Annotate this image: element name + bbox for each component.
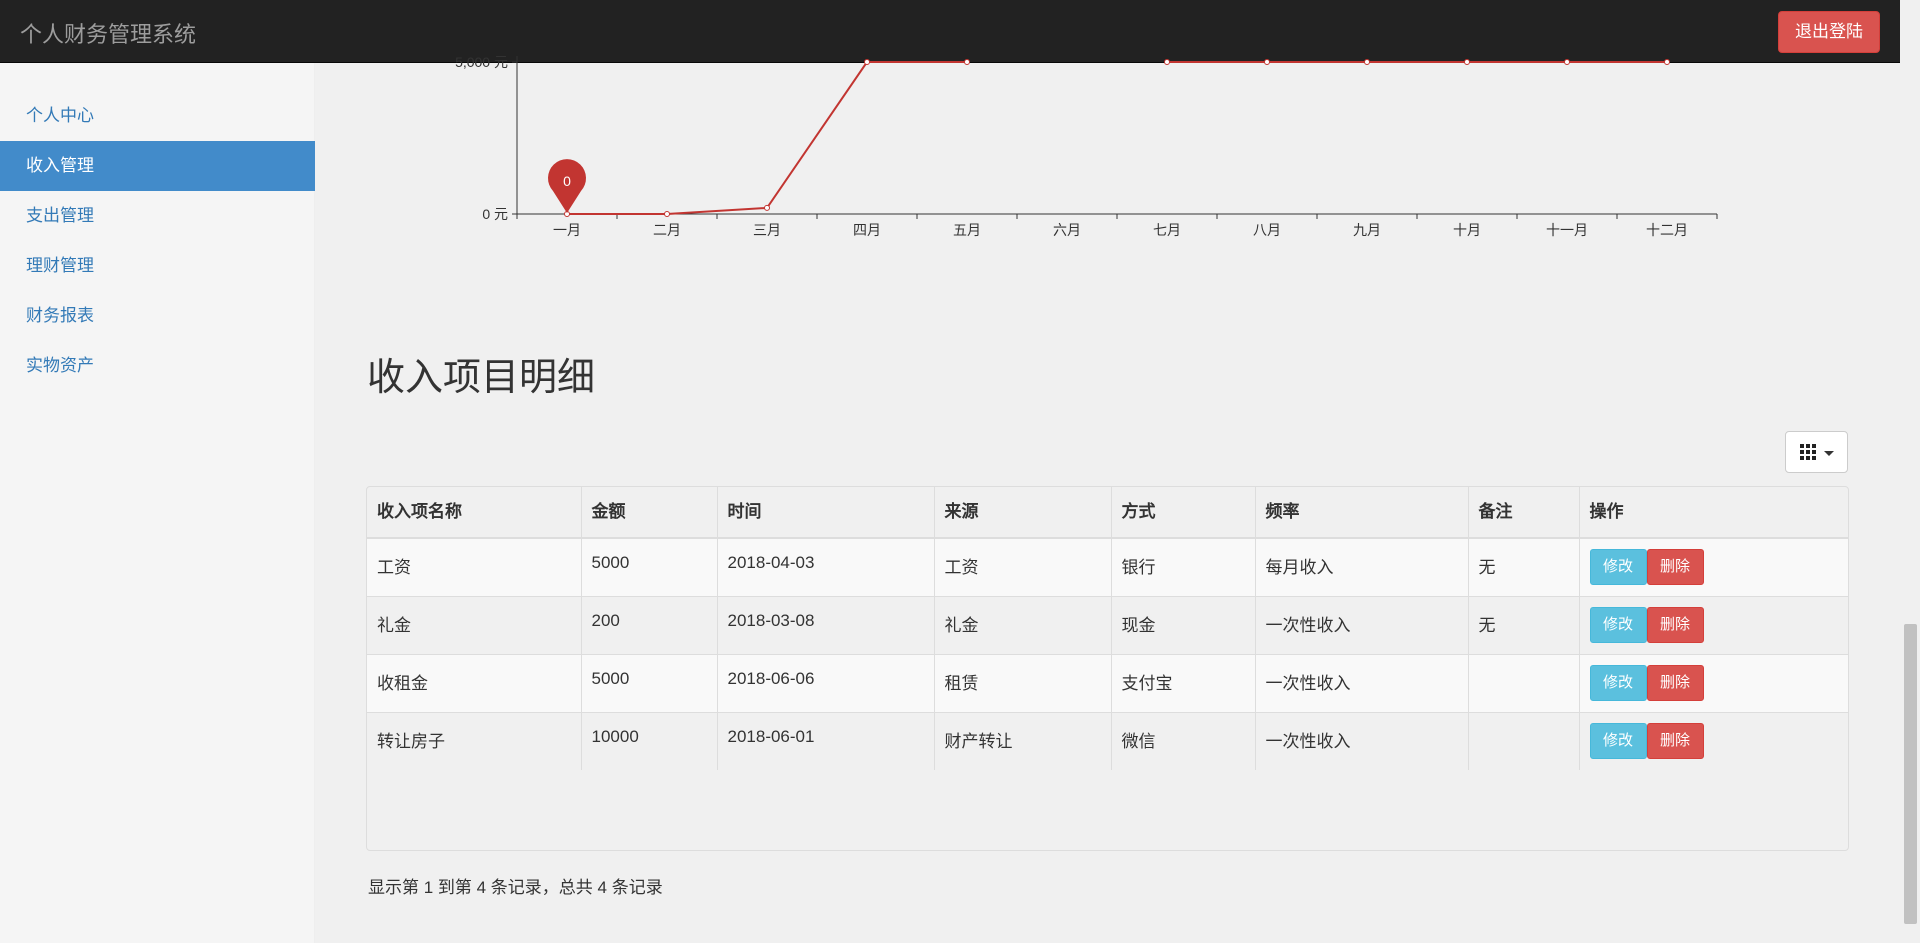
cell-date: 2018-03-08 xyxy=(717,595,935,654)
column-header-date[interactable]: 时间 xyxy=(717,487,935,539)
table-row: 收租金 5000 2018-06-06 租赁 支付宝 一次性收入 修改 删除 xyxy=(367,653,1848,712)
marker-label: 0 xyxy=(563,173,571,189)
top-navbar: 个人财务管理系统 退出登陆 xyxy=(0,0,1900,63)
sidebar-item-reports[interactable]: 财务报表 xyxy=(0,291,315,341)
x-tick-label: 五月 xyxy=(953,222,981,238)
y-tick-label: 0 元 xyxy=(482,206,508,222)
column-header-method[interactable]: 方式 xyxy=(1111,487,1256,539)
cell-amount: 10000 xyxy=(581,711,718,770)
column-header-frequency[interactable]: 频率 xyxy=(1255,487,1469,539)
x-tick-label: 十一月 xyxy=(1546,222,1588,238)
delete-button[interactable]: 删除 xyxy=(1646,664,1704,701)
x-tick-label: 七月 xyxy=(1153,222,1181,238)
cell-actions: 修改 删除 xyxy=(1579,537,1848,596)
cell-method: 微信 xyxy=(1111,711,1256,770)
delete-button[interactable]: 删除 xyxy=(1646,722,1704,759)
cell-name: 收租金 xyxy=(367,653,582,712)
cell-amount: 5000 xyxy=(581,537,718,596)
cell-name: 转让房子 xyxy=(367,711,582,770)
cell-method: 支付宝 xyxy=(1111,653,1256,712)
cell-frequency: 每月收入 xyxy=(1255,537,1469,596)
cell-actions: 修改 删除 xyxy=(1579,653,1848,712)
data-point xyxy=(964,59,970,65)
table-row: 工资 5000 2018-04-03 工资 银行 每月收入 无 修改 删除 xyxy=(367,537,1848,596)
x-tick-label: 二月 xyxy=(653,222,681,238)
column-header-source[interactable]: 来源 xyxy=(934,487,1112,539)
edit-button[interactable]: 修改 xyxy=(1589,606,1647,643)
grid-icon xyxy=(1800,444,1816,460)
cell-date: 2018-06-06 xyxy=(717,653,935,712)
pagination-info: 显示第 1 到第 4 条记录，总共 4 条记录 xyxy=(368,878,663,897)
column-header-name[interactable]: 收入项名称 xyxy=(367,487,582,539)
x-tick-label: 八月 xyxy=(1253,222,1281,238)
x-tick-label: 六月 xyxy=(1053,222,1081,238)
y-tick-label: 5,000 元 xyxy=(455,56,508,70)
cell-actions: 修改 删除 xyxy=(1579,595,1848,654)
cell-amount: 200 xyxy=(581,595,718,654)
x-tick-label: 十月 xyxy=(1453,222,1481,238)
page-scrollbar[interactable] xyxy=(1900,0,1920,943)
x-tick-label: 三月 xyxy=(753,222,781,238)
data-point xyxy=(1664,59,1670,65)
cell-frequency: 一次性收入 xyxy=(1255,711,1469,770)
cell-source: 工资 xyxy=(934,537,1112,596)
series-line xyxy=(567,61,1667,215)
column-header-note[interactable]: 备注 xyxy=(1468,487,1580,539)
cell-name: 礼金 xyxy=(367,595,582,654)
data-point xyxy=(664,211,670,217)
x-tick-label: 十二月 xyxy=(1646,222,1688,238)
sidebar-item-assets[interactable]: 实物资产 xyxy=(0,341,315,391)
column-header-amount[interactable]: 金额 xyxy=(581,487,718,539)
data-point xyxy=(864,59,870,65)
data-point xyxy=(1564,59,1570,65)
app-title: 个人财务管理系统 xyxy=(20,22,197,47)
cell-amount: 5000 xyxy=(581,653,718,712)
cell-source: 财产转让 xyxy=(934,711,1112,770)
data-point xyxy=(1264,59,1270,65)
edit-button[interactable]: 修改 xyxy=(1589,549,1647,585)
cell-source: 礼金 xyxy=(934,595,1112,654)
x-tick-label: 九月 xyxy=(1353,222,1381,238)
cell-frequency: 一次性收入 xyxy=(1255,653,1469,712)
section-title: 收入项目明细 xyxy=(367,355,596,399)
table-row: 礼金 200 2018-03-08 礼金 现金 一次性收入 无 修改 删除 xyxy=(367,595,1848,654)
x-tick-label: 四月 xyxy=(853,222,881,238)
cell-frequency: 一次性收入 xyxy=(1255,595,1469,654)
column-toggle-button[interactable] xyxy=(1785,431,1848,473)
cell-actions: 修改 删除 xyxy=(1579,711,1848,770)
sidebar-item-income[interactable]: 收入管理 xyxy=(0,141,315,191)
sidebar-item-investment[interactable]: 理财管理 xyxy=(0,241,315,291)
cell-note xyxy=(1468,711,1580,770)
delete-button[interactable]: 删除 xyxy=(1646,549,1704,585)
cell-note: 无 xyxy=(1468,595,1580,654)
logout-button[interactable]: 退出登陆 xyxy=(1778,11,1880,53)
table-row: 转让房子 10000 2018-06-01 财产转让 微信 一次性收入 修改 删除 xyxy=(367,711,1848,770)
scrollbar-thumb[interactable] xyxy=(1904,624,1917,924)
column-header-actions: 操作 xyxy=(1579,487,1848,539)
data-point xyxy=(1364,59,1370,65)
cell-date: 2018-06-01 xyxy=(717,711,935,770)
data-point xyxy=(1464,59,1470,65)
cell-note: 无 xyxy=(1468,537,1580,596)
delete-button[interactable]: 删除 xyxy=(1646,606,1704,643)
edit-button[interactable]: 修改 xyxy=(1589,664,1647,701)
x-tick-label: 一月 xyxy=(553,222,581,238)
sidebar-item-personal-center[interactable]: 个人中心 xyxy=(0,91,315,141)
data-point xyxy=(1164,59,1170,65)
cell-method: 现金 xyxy=(1111,595,1256,654)
cell-method: 银行 xyxy=(1111,537,1256,596)
cell-note xyxy=(1468,653,1580,712)
income-line-chart: 0 元 5,000 元一月 二月 三月 四月 五月 六月 七月 八月 九月 十月 十一月 十二月 0 xyxy=(455,56,1718,238)
sidebar-item-expense[interactable]: 支出管理 xyxy=(0,191,315,241)
data-point xyxy=(764,204,770,211)
edit-button[interactable]: 修改 xyxy=(1589,722,1647,759)
income-table-container: 收入项名称 金额 时间 来源 方式 频率 备注 操作 工资 5000 2018-… xyxy=(366,486,1849,851)
sidebar: 个人中心 收入管理 支出管理 理财管理 财务报表 实物资产 xyxy=(0,63,315,943)
cell-date: 2018-04-03 xyxy=(717,537,935,596)
table-header-row: 收入项名称 金额 时间 来源 方式 频率 备注 操作 xyxy=(367,487,1848,539)
cell-name: 工资 xyxy=(367,537,582,596)
caret-down-icon xyxy=(1824,451,1834,456)
cell-source: 租赁 xyxy=(934,653,1112,712)
income-table: 收入项名称 金额 时间 来源 方式 频率 备注 操作 工资 5000 2018-… xyxy=(367,487,1848,770)
